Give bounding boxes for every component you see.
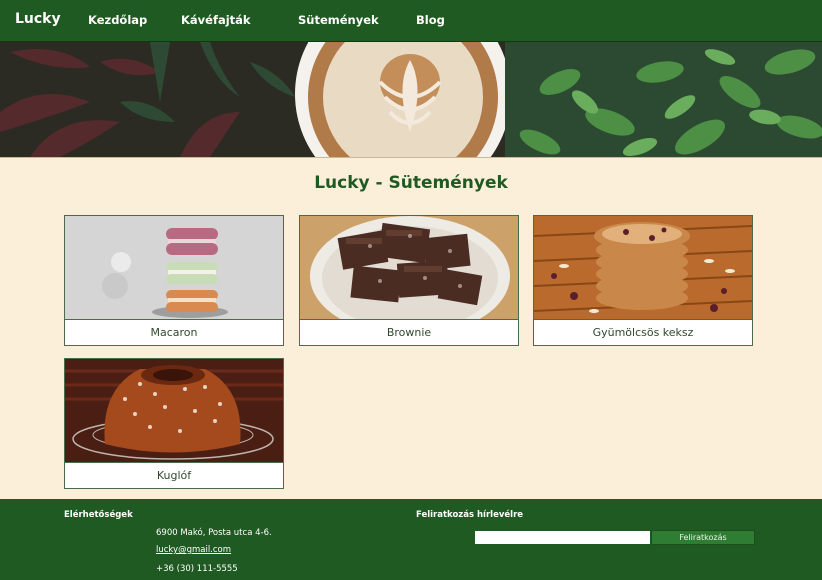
card-macaron[interactable]: Macaron xyxy=(64,215,284,346)
card-label-fruit-cookie: Gyümölcsös keksz xyxy=(534,319,752,345)
nav-link-pastries[interactable]: Sütemények xyxy=(298,13,379,27)
hero-coffee-image xyxy=(0,42,822,157)
macaron-image xyxy=(65,216,283,319)
kuglof-image xyxy=(65,359,283,462)
contact-email-link[interactable]: lucky@gmail.com xyxy=(156,545,231,555)
contact-phone: +36 (30) 111-5555 xyxy=(156,564,238,574)
footer: Elérhetőségek 6900 Makó, Posta utca 4-6.… xyxy=(0,499,822,580)
page-title: Lucky - Sütemények xyxy=(314,173,508,193)
brownie-image xyxy=(300,216,518,319)
fruit-cookie-image xyxy=(534,216,752,319)
card-label-kuglof: Kuglóf xyxy=(65,462,283,488)
nav-link-blog[interactable]: Blog xyxy=(416,13,445,27)
card-kuglof[interactable]: Kuglóf xyxy=(64,358,284,489)
nav-link-coffee-types[interactable]: Kávéfajták xyxy=(181,13,251,27)
card-brownie[interactable]: Brownie xyxy=(299,215,519,346)
brand-logo[interactable]: Lucky xyxy=(15,11,61,27)
card-fruit-cookie[interactable]: Gyümölcsös keksz xyxy=(533,215,753,346)
hero-divider xyxy=(0,157,822,158)
contacts-heading: Elérhetőségek xyxy=(64,510,133,520)
card-label-macaron: Macaron xyxy=(65,319,283,345)
newsletter-heading: Feliratkozás hírlevélre xyxy=(416,510,524,520)
contact-address: 6900 Makó, Posta utca 4-6. xyxy=(156,528,272,538)
card-label-brownie: Brownie xyxy=(300,319,518,345)
newsletter-email-input[interactable] xyxy=(474,530,651,545)
nav-link-home[interactable]: Kezdőlap xyxy=(88,13,147,27)
subscribe-button[interactable]: Feliratkozás xyxy=(651,530,755,545)
hero-banner xyxy=(0,42,822,157)
top-navbar: Lucky Kezdőlap Kávéfajták Sütemények Blo… xyxy=(0,0,822,42)
